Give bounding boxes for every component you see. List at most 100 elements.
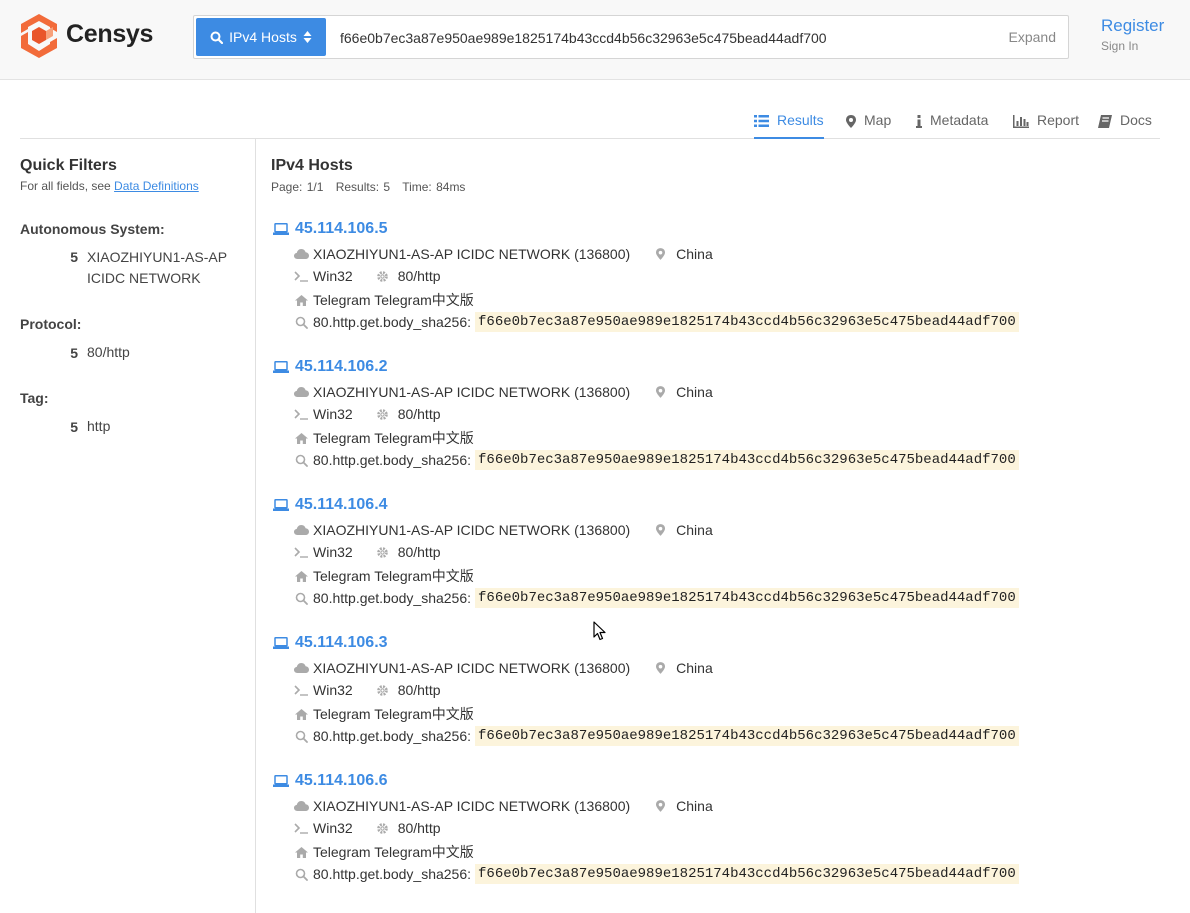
host-protocol[interactable]: 80/http [398, 268, 441, 284]
host-network-row: XIAOZHIYUN1-AS-AP ICIDC NETWORK (136800)… [293, 246, 713, 262]
expand-button[interactable]: Expand [1009, 29, 1056, 45]
search-input[interactable] [338, 18, 982, 58]
view-tabs: Results Map Metadata Report Docs [20, 112, 1160, 139]
tab-map-label: Map [864, 112, 892, 128]
facet-value-tag[interactable]: http [87, 416, 237, 437]
facet-value-autonomous-system[interactable]: XIAOZHIYUN1-AS-AP ICIDC NETWORK [87, 247, 237, 289]
host-page-title: Telegram Telegram中文版 [313, 430, 474, 446]
facet-title-protocol: Protocol: [20, 316, 82, 332]
register-link[interactable]: Register [1101, 16, 1164, 36]
matched-field: 80.http.get.body_sha256: [313, 866, 472, 882]
results-page: Page: 1/1 [271, 180, 324, 194]
search-type-label: IPv4 Hosts [229, 29, 297, 45]
cloud-icon [293, 798, 309, 814]
tab-map[interactable]: Map [846, 112, 891, 138]
host-protocol[interactable]: 80/http [398, 820, 441, 836]
facet-title-tag: Tag: [20, 390, 49, 406]
tab-results-label: Results [777, 112, 824, 128]
autonomous-system[interactable]: XIAOZHIYUN1-AS-AP ICIDC NETWORK (136800) [313, 246, 630, 262]
host-country[interactable]: China [676, 522, 713, 538]
tab-report[interactable]: Report [1013, 112, 1079, 138]
result-item: 45.114.106.3 XIAOZHIYUN1-AS-AP ICIDC NET… [271, 634, 1071, 764]
host-os[interactable]: Win32 [313, 268, 353, 284]
location-pin-icon [652, 798, 668, 814]
result-item: 45.114.106.5 XIAOZHIYUN1-AS-AP ICIDC NET… [271, 220, 1071, 350]
host-os[interactable]: Win32 [313, 820, 353, 836]
host-protocol[interactable]: 80/http [398, 406, 441, 422]
location-pin-icon [652, 384, 668, 400]
host-protocol[interactable]: 80/http [398, 682, 441, 698]
location-pin-icon [652, 522, 668, 538]
host-country[interactable]: China [676, 798, 713, 814]
info-icon [916, 115, 922, 128]
host-ip-link[interactable]: 45.114.106.4 [273, 496, 388, 514]
host-ip-link[interactable]: 45.114.106.3 [273, 634, 388, 652]
tab-docs[interactable]: Docs [1098, 112, 1152, 138]
host-os[interactable]: Win32 [313, 682, 353, 698]
host-os-row: Win32 80/http [293, 820, 441, 836]
terminal-icon [293, 544, 309, 560]
cloud-icon [293, 522, 309, 538]
matched-hash: f66e0b7ec3a87e950ae989e1825174b43ccd4b56… [475, 588, 1019, 608]
matched-field: 80.http.get.body_sha256: [313, 452, 472, 468]
gear-icon [375, 406, 391, 422]
host-os[interactable]: Win32 [313, 544, 353, 560]
matched-field: 80.http.get.body_sha256: [313, 728, 472, 744]
host-title-row: Telegram Telegram中文版 [293, 842, 474, 862]
host-title-row: Telegram Telegram中文版 [293, 290, 474, 310]
tab-metadata[interactable]: Metadata [916, 112, 988, 138]
cloud-icon [293, 246, 309, 262]
host-ip-link[interactable]: 45.114.106.6 [273, 772, 388, 790]
host-match-row: 80.http.get.body_sha256: f66e0b7ec3a87e9… [293, 312, 1019, 332]
matched-hash: f66e0b7ec3a87e950ae989e1825174b43ccd4b56… [475, 312, 1019, 332]
mouse-cursor-icon [593, 621, 606, 641]
sort-arrows-icon [303, 31, 312, 43]
data-definitions-link[interactable]: Data Definitions [114, 179, 199, 193]
search-type-select[interactable]: IPv4 Hosts [196, 18, 326, 56]
host-country[interactable]: China [676, 660, 713, 676]
autonomous-system[interactable]: XIAOZHIYUN1-AS-AP ICIDC NETWORK (136800) [313, 798, 630, 814]
sign-in-link[interactable]: Sign In [1101, 39, 1138, 53]
censys-logo[interactable]: Censys [20, 14, 160, 58]
host-network-row: XIAOZHIYUN1-AS-AP ICIDC NETWORK (136800)… [293, 522, 713, 538]
host-ip: 45.114.106.2 [295, 358, 388, 375]
laptop-icon [273, 361, 289, 373]
host-country[interactable]: China [676, 384, 713, 400]
book-icon [1098, 115, 1112, 128]
host-os[interactable]: Win32 [313, 406, 353, 422]
host-network-row: XIAOZHIYUN1-AS-AP ICIDC NETWORK (136800)… [293, 660, 713, 676]
gear-icon [375, 544, 391, 560]
facet-title-autonomous-system: Autonomous System: [20, 221, 165, 237]
host-ip: 45.114.106.5 [295, 220, 388, 237]
facet-count-tag: 5 [70, 419, 78, 435]
results-meta: Page: 1/1 Results: 5 Time: 84ms [271, 180, 473, 194]
host-match-row: 80.http.get.body_sha256: f66e0b7ec3a87e9… [293, 864, 1019, 884]
host-ip: 45.114.106.6 [295, 772, 388, 789]
host-page-title: Telegram Telegram中文版 [313, 706, 474, 722]
host-title-row: Telegram Telegram中文版 [293, 428, 474, 448]
host-page-title: Telegram Telegram中文版 [313, 844, 474, 860]
tab-metadata-label: Metadata [930, 112, 989, 128]
gear-icon [375, 820, 391, 836]
facet-count-protocol: 5 [70, 345, 78, 361]
laptop-icon [273, 775, 289, 787]
matched-hash: f66e0b7ec3a87e950ae989e1825174b43ccd4b56… [475, 864, 1019, 884]
host-country[interactable]: China [676, 246, 713, 262]
quick-filters-sidebar: Quick Filters For all fields, see Data D… [0, 139, 256, 913]
facet-count-autonomous-system: 5 [70, 249, 78, 265]
search-icon [293, 452, 309, 468]
matched-hash: f66e0b7ec3a87e950ae989e1825174b43ccd4b56… [475, 450, 1019, 470]
facet-value-protocol[interactable]: 80/http [87, 342, 237, 363]
results-title: IPv4 Hosts [271, 157, 353, 174]
host-ip-link[interactable]: 45.114.106.2 [273, 358, 388, 376]
host-protocol[interactable]: 80/http [398, 544, 441, 560]
censys-logo-icon [21, 14, 57, 58]
autonomous-system[interactable]: XIAOZHIYUN1-AS-AP ICIDC NETWORK (136800) [313, 384, 630, 400]
autonomous-system[interactable]: XIAOZHIYUN1-AS-AP ICIDC NETWORK (136800) [313, 660, 630, 676]
host-ip-link[interactable]: 45.114.106.5 [273, 220, 388, 238]
host-os-row: Win32 80/http [293, 268, 441, 284]
home-icon [293, 568, 309, 584]
autonomous-system[interactable]: XIAOZHIYUN1-AS-AP ICIDC NETWORK (136800) [313, 522, 630, 538]
tab-results[interactable]: Results [754, 112, 824, 139]
cloud-icon [293, 660, 309, 676]
